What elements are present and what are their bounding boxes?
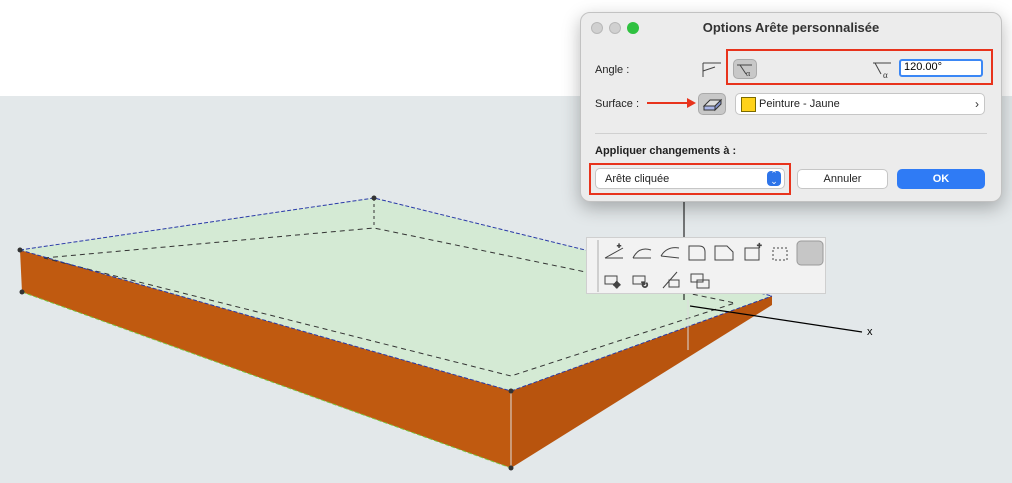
fillet-tool-icon[interactable] xyxy=(688,245,706,261)
custom-edge-options-dialog: Options Arête personnalisée Angle : α α … xyxy=(580,12,1002,202)
rotate-tool-icon[interactable]: ↻ xyxy=(632,275,649,291)
edge-arc-tool-icon[interactable] xyxy=(632,248,652,259)
offset-edge-tool-icon[interactable] xyxy=(772,247,788,261)
vertex[interactable] xyxy=(508,388,514,394)
chamfer-tool-icon[interactable] xyxy=(714,245,734,261)
surface-material-select[interactable]: Peinture - Jaune › xyxy=(735,93,985,115)
cancel-button[interactable]: Annuler xyxy=(797,169,888,189)
svg-text:+: + xyxy=(757,241,762,250)
edge-tool-palette: + + ✥ ↻ xyxy=(586,237,826,294)
vertex[interactable] xyxy=(17,247,23,253)
divider xyxy=(595,133,987,134)
apply-changes-title: Appliquer changements à : xyxy=(595,145,737,157)
svg-text:↻: ↻ xyxy=(641,280,649,290)
angle-highlight-box xyxy=(726,49,993,85)
svg-text:+: + xyxy=(617,243,621,250)
vertex[interactable] xyxy=(508,465,514,471)
custom-edge-tool-icon[interactable] xyxy=(796,240,824,266)
vertex[interactable] xyxy=(19,289,25,295)
chevron-right-icon: › xyxy=(975,97,979,111)
surface-color-swatch xyxy=(741,97,756,112)
surface-picker-button[interactable] xyxy=(698,93,726,115)
dialog-title: Options Arête personnalisée xyxy=(702,20,880,35)
ok-button[interactable]: OK xyxy=(897,169,985,189)
surface-eraser-icon xyxy=(702,98,723,112)
titlebar[interactable]: Options Arête personnalisée xyxy=(581,13,1001,41)
edge-angle-off-icon[interactable] xyxy=(701,57,723,79)
mirror-tool-icon[interactable] xyxy=(662,271,680,289)
x-axis-label: x xyxy=(867,326,873,338)
svg-text:✥: ✥ xyxy=(613,280,621,290)
vertex[interactable] xyxy=(371,195,377,201)
edge-curve-tool-icon[interactable] xyxy=(660,247,680,259)
move-tool-icon[interactable]: ✥ xyxy=(604,275,622,291)
surface-label: Surface : xyxy=(595,98,640,110)
elevate-tool-icon[interactable] xyxy=(690,273,710,289)
surface-material-name: Peinture - Jaune xyxy=(759,98,840,110)
red-arrow-icon xyxy=(647,98,696,108)
apply-highlight-box xyxy=(589,163,791,195)
angle-label: Angle : xyxy=(595,64,630,76)
edge-angle-tool-icon[interactable]: + xyxy=(604,243,624,259)
add-vertex-tool-icon[interactable]: + xyxy=(744,241,763,261)
palette-icons: + + ✥ ↻ xyxy=(604,240,824,291)
